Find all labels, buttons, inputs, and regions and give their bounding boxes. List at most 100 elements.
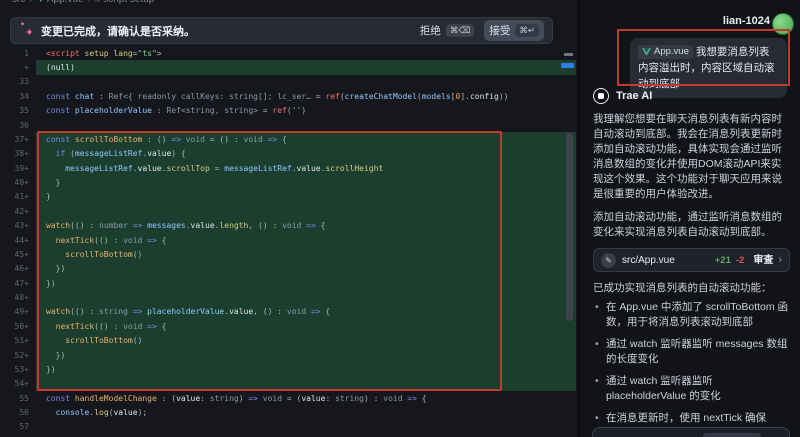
line-number: + <box>0 63 36 72</box>
breadcrumb: src›▼ App.vue›# script setup <box>0 0 577 8</box>
code-text: }) <box>36 262 576 276</box>
line-number: 56 <box>0 408 36 417</box>
line-number: 49+ <box>0 307 36 316</box>
line-number: 57 <box>0 422 36 431</box>
review-button[interactable]: 审查 <box>753 253 773 268</box>
changed-file-card[interactable]: ✎ src/App.vue +21 -2 审查 › <box>593 248 790 272</box>
code-line[interactable]: 55const handleModelChange : (value: stri… <box>0 391 577 405</box>
code-text <box>36 118 576 132</box>
code-line[interactable]: 39+ messageListRef.value.scrollTop = mes… <box>0 161 577 175</box>
line-number: 53+ <box>0 365 36 374</box>
code-text <box>36 290 576 304</box>
user-avatar[interactable] <box>772 13 794 35</box>
code-line[interactable]: 47+}) <box>0 276 577 290</box>
code-line[interactable]: 56 console.log(value); <box>0 405 577 419</box>
line-number: 40+ <box>0 178 36 187</box>
code-line[interactable]: 49+watch(() : string => placeholderValue… <box>0 305 577 319</box>
code-line[interactable]: 38+ if (messageListRef.value) { <box>0 147 577 161</box>
breadcrumb-item-file[interactable]: App.vue <box>47 0 84 5</box>
code-line[interactable]: 46+ }) <box>0 262 577 276</box>
code-line[interactable]: 37+const scrollToBottom : () => void = (… <box>0 132 577 146</box>
code-text: if (messageListRef.value) { <box>36 147 576 161</box>
line-number: 45+ <box>0 250 36 259</box>
line-number: 43+ <box>0 221 36 230</box>
code-line[interactable]: 34const chat : Ref<{ readonly callKeys: … <box>0 89 577 103</box>
code-line[interactable]: 45+ scrollToBottom() <box>0 247 577 261</box>
code-line[interactable]: 42+ <box>0 204 577 218</box>
ai-sparkle-icon: ✦✦ <box>19 23 35 39</box>
line-number: 46+ <box>0 264 36 273</box>
code-text: (null) <box>36 60 576 74</box>
summary-bullet: 通过 watch 监听器监听 placeholderValue 的变化 <box>593 374 790 404</box>
code-line[interactable]: 1<script setup lang="ts"> <box>0 46 577 60</box>
chat-username: lian-1024 <box>723 15 770 27</box>
code-line[interactable]: 36 <box>0 118 577 132</box>
assistant-paragraph: 我理解您想要在聊天消息列表有新内容时自动滚动到底部。我会在消息列表更新时添加自动… <box>593 112 790 202</box>
code-line[interactable]: 40+ } <box>0 175 577 189</box>
line-number: 36 <box>0 121 36 130</box>
code-line[interactable]: 41+} <box>0 190 577 204</box>
code-text: scrollToBottom() <box>36 247 576 261</box>
chat-input-box[interactable] <box>592 427 790 437</box>
breadcrumb-item-symbol[interactable]: # script setup <box>95 0 154 5</box>
chat-panel: lian-1024 App.vue 我想要消息列表内容溢出时，内容区域自动滚动到… <box>580 0 800 437</box>
code-line[interactable]: 48+ <box>0 290 577 304</box>
chat-input-button-pill[interactable] <box>703 433 761 437</box>
line-number: 50+ <box>0 322 36 331</box>
trae-ai-logo-icon <box>593 88 609 104</box>
chevron-right-icon: › <box>778 253 782 268</box>
edit-file-icon: ✎ <box>601 253 616 268</box>
code-text: nextTick(() : void => { <box>36 233 576 247</box>
accept-button[interactable]: 接受 ⌘↵ <box>484 20 544 41</box>
code-text: scrollToBottom() <box>36 334 576 348</box>
code-text: <script setup lang="ts"> <box>36 46 576 60</box>
line-number: 1 <box>0 49 36 58</box>
file-reference-chip[interactable]: App.vue <box>638 45 693 59</box>
vue-logo-icon <box>642 48 651 56</box>
reject-button[interactable]: 拒绝 ⌘⌫ <box>420 23 475 38</box>
user-message-bubble: App.vue 我想要消息列表内容溢出时，内容区域自动滚动到底部 <box>630 38 787 98</box>
reject-label: 拒绝 <box>420 23 441 38</box>
line-number: 47+ <box>0 279 36 288</box>
code-text: }) <box>36 348 576 362</box>
code-text <box>36 420 576 434</box>
editor-scrollbar[interactable] <box>566 133 573 321</box>
breadcrumb-item-src[interactable]: src <box>12 0 25 5</box>
code-line[interactable]: 51+ scrollToBottom() <box>0 334 577 348</box>
line-number: 42+ <box>0 207 36 216</box>
line-number: 39+ <box>0 164 36 173</box>
code-line[interactable]: 33 <box>0 75 577 89</box>
line-number: 33 <box>0 77 36 86</box>
code-text <box>36 204 576 218</box>
code-line[interactable]: 53+}) <box>0 362 577 376</box>
line-number: 37+ <box>0 135 36 144</box>
code-text: nextTick(() : void => { <box>36 319 576 333</box>
line-number: 51+ <box>0 336 36 345</box>
code-text: } <box>36 190 576 204</box>
summary-bullet-list: 在 App.vue 中添加了 scrollToBottom 函数，用于将消息列表… <box>593 300 790 437</box>
breadcrumb-separator: › <box>29 0 32 5</box>
code-line[interactable]: +(null) <box>0 60 577 74</box>
code-text: }) <box>36 276 576 290</box>
code-line[interactable]: 43+watch(() : number => messages.value.l… <box>0 219 577 233</box>
code-text: messageListRef.value.scrollTop = message… <box>36 161 576 175</box>
changed-file-path: src/App.vue <box>622 253 675 268</box>
summary-bullet: 在 App.vue 中添加了 scrollToBottom 函数，用于将消息列表… <box>593 300 790 330</box>
assistant-response: 我理解您想要在聊天消息列表有新内容时自动滚动到底部。我会在消息列表更新时添加自动… <box>593 112 790 437</box>
code-line[interactable]: 57 <box>0 420 577 434</box>
code-text: const scrollToBottom : () => void = () :… <box>36 132 576 146</box>
line-number: 48+ <box>0 293 36 302</box>
line-number: 38+ <box>0 149 36 158</box>
code-line[interactable]: 54+ <box>0 377 577 391</box>
code-line[interactable]: 52+ }) <box>0 348 577 362</box>
summary-heading: 已成功实现消息列表的自动滚动功能： <box>593 281 790 296</box>
accept-shortcut-badge: ⌘↵ <box>515 24 539 37</box>
code-line[interactable]: 50+ nextTick(() : void => { <box>0 319 577 333</box>
code-line[interactable]: 44+ nextTick(() : void => { <box>0 233 577 247</box>
code-line[interactable]: 35const placeholderValue : Ref<string, s… <box>0 104 577 118</box>
assistant-name: Trae AI <box>616 90 652 102</box>
line-number: 52+ <box>0 351 36 360</box>
code-text: const handleModelChange : (value: string… <box>36 391 576 405</box>
code-lines[interactable]: 1<script setup lang="ts">+(null)3334cons… <box>0 46 577 434</box>
overview-ruler-mark <box>564 53 573 56</box>
